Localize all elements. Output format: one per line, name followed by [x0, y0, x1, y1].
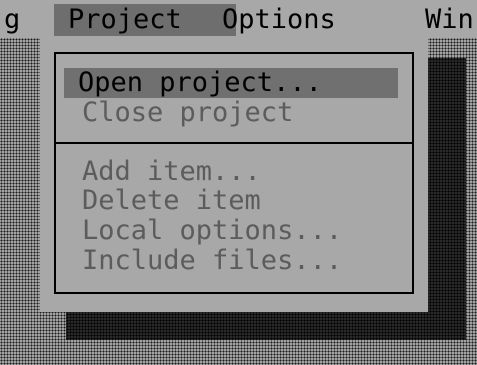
menu-option-local-options[interactable]: Local options... — [82, 216, 342, 246]
menu-option-close-project[interactable]: Close project — [82, 98, 293, 128]
dropdown-frame: Open project... Close project Add item..… — [54, 52, 414, 294]
menu-item-project[interactable]: Project — [54, 4, 236, 36]
menu-option-include-files[interactable]: Include files... — [82, 246, 342, 276]
menu-item-window[interactable]: Win — [425, 4, 474, 36]
menu-divider — [56, 142, 412, 144]
project-dropdown-menu: Open project... Close project Add item..… — [40, 38, 428, 312]
menu-item-options[interactable]: Options — [222, 4, 362, 36]
menu-option-add-item[interactable]: Add item... — [82, 157, 261, 187]
menu-item-partial-left[interactable]: g — [4, 4, 20, 36]
menu-option-delete-item[interactable]: Delete item — [82, 186, 261, 216]
screen: g Project Options Win Open project... Cl… — [0, 0, 477, 365]
menu-bar: g Project Options Win — [0, 0, 477, 38]
menu-option-open-project[interactable]: Open project... — [64, 68, 398, 98]
